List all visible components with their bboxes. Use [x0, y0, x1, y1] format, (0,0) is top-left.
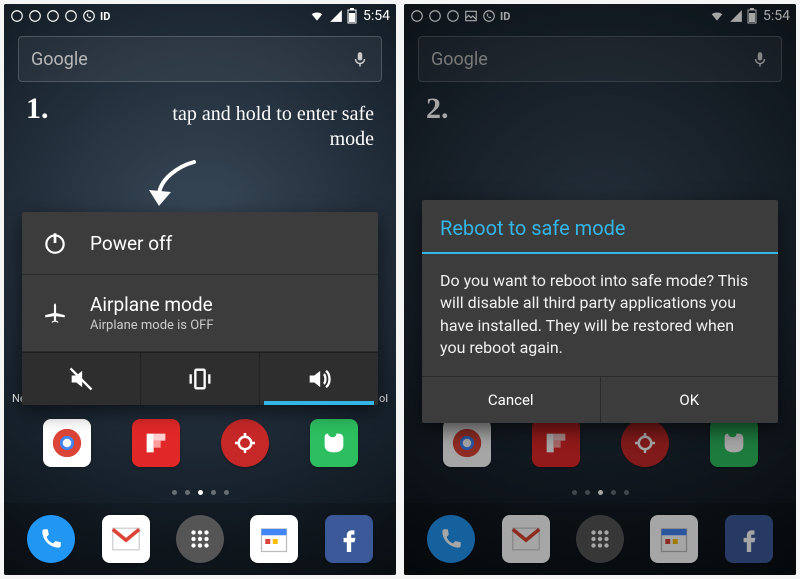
app-label-right: ol: [379, 392, 388, 405]
notification-bubble-icon: [64, 9, 78, 23]
status-right: 5:54: [309, 8, 390, 24]
airplane-icon: [42, 300, 68, 326]
sound-vibrate-button[interactable]: [140, 353, 259, 405]
authy-app-icon[interactable]: [221, 419, 269, 467]
power-icon: [42, 230, 68, 256]
sound-on-button[interactable]: [259, 353, 378, 405]
dialog-divider: [422, 252, 778, 254]
flipboard-app-icon[interactable]: [132, 419, 180, 467]
status-left: ID: [10, 9, 110, 23]
microphone-icon[interactable]: [351, 48, 369, 70]
speaker-muted-icon: [67, 365, 95, 393]
notification-bubble-icon: [10, 9, 24, 23]
dialog-title: Reboot to safe mode: [422, 200, 778, 252]
whatsapp-icon: [82, 9, 96, 23]
status-bar: ID 5:54: [4, 4, 396, 28]
power-off-item[interactable]: Power off: [22, 212, 378, 275]
dialog-body: Do you want to reboot into safe mode? Th…: [422, 256, 778, 376]
airplane-mode-status: Airplane mode is OFF: [90, 318, 214, 333]
power-menu: Power off Airplane mode Airplane mode is…: [22, 212, 378, 405]
battery-icon: [347, 8, 357, 24]
evernote-app-icon[interactable]: [310, 419, 358, 467]
phone-screenshot-2: ID 5:54 Google 2. Reboot to safe mode: [404, 4, 796, 575]
id-icon: ID: [100, 10, 110, 23]
power-off-label: Power off: [90, 232, 172, 255]
notification-bubble-icon: [46, 9, 60, 23]
ok-button[interactable]: OK: [600, 377, 779, 423]
dialog-button-row: Cancel OK: [422, 376, 778, 423]
google-search-widget[interactable]: Google: [18, 36, 382, 82]
airplane-mode-item[interactable]: Airplane mode Airplane mode is OFF: [22, 275, 378, 352]
airplane-mode-label: Airplane mode: [90, 293, 214, 316]
facebook-app-icon[interactable]: [325, 515, 373, 563]
vibrate-icon: [186, 365, 214, 393]
search-placeholder: Google: [31, 49, 351, 70]
wifi-icon: [309, 9, 325, 23]
phone-screenshot-1: ID 5:54 Google 1. tap and hold to enter …: [4, 4, 396, 575]
speaker-on-icon: [305, 365, 333, 393]
dock: [4, 503, 396, 575]
notification-bubble-icon: [28, 9, 42, 23]
cancel-button[interactable]: Cancel: [422, 377, 600, 423]
sound-mode-row: [22, 352, 378, 405]
safe-mode-dialog: Reboot to safe mode Do you want to reboo…: [422, 200, 778, 423]
calendar-app-icon[interactable]: [250, 515, 298, 563]
home-app-row: [4, 411, 396, 475]
gmail-app-icon[interactable]: [102, 515, 150, 563]
annotation-step-number: 1.: [26, 92, 49, 126]
status-clock: 5:54: [363, 8, 390, 24]
sound-silent-button[interactable]: [22, 353, 140, 405]
annotation-hint-text: tap and hold to enter safe mode: [154, 102, 374, 152]
chrome-app-icon[interactable]: [43, 419, 91, 467]
all-apps-icon[interactable]: [176, 515, 224, 563]
home-page-indicator: [4, 490, 396, 495]
phone-app-icon[interactable]: [27, 515, 75, 563]
signal-icon: [329, 9, 343, 23]
